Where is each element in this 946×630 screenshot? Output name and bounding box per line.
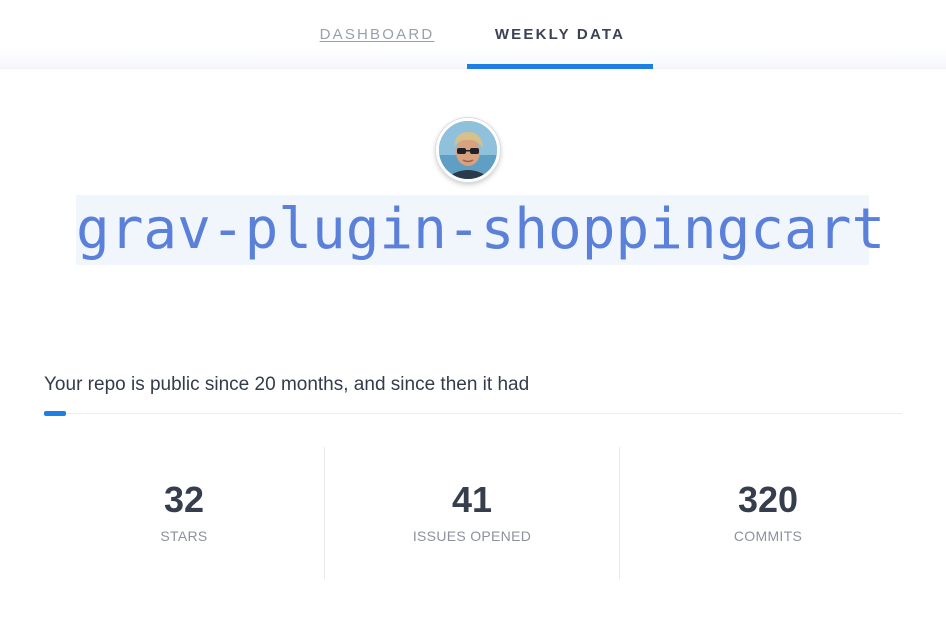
stat-value: 32: [163, 479, 205, 520]
tab-weekly-data[interactable]: WEEKLY DATA: [467, 0, 653, 68]
stat-stars: 32 STARS: [44, 447, 324, 579]
stat-label: COMMITS: [733, 528, 803, 544]
repo-title: grav-plugin-shoppingcart: [76, 197, 886, 262]
section-divider: [44, 413, 902, 414]
stat-commits: 320 COMMITS: [620, 447, 916, 579]
stat-issues-opened: 41 ISSUES OPENED: [325, 447, 619, 579]
avatar: [436, 118, 500, 182]
summary-intro: Your repo is public since 20 months, and…: [44, 374, 530, 395]
section-accent-bar: [44, 411, 66, 416]
avatar-photo: [439, 121, 497, 179]
top-navigation: DASHBOARD WEEKLY DATA: [0, 0, 946, 69]
stat-label: STARS: [160, 528, 208, 544]
stat-value: 41: [451, 479, 493, 520]
stat-label: ISSUES OPENED: [412, 528, 532, 544]
repo-title-highlight: grav-plugin-shoppingcart: [76, 195, 886, 265]
stat-value: 320: [737, 479, 799, 520]
tab-dashboard[interactable]: DASHBOARD: [300, 0, 454, 68]
active-tab-indicator: [467, 64, 653, 69]
